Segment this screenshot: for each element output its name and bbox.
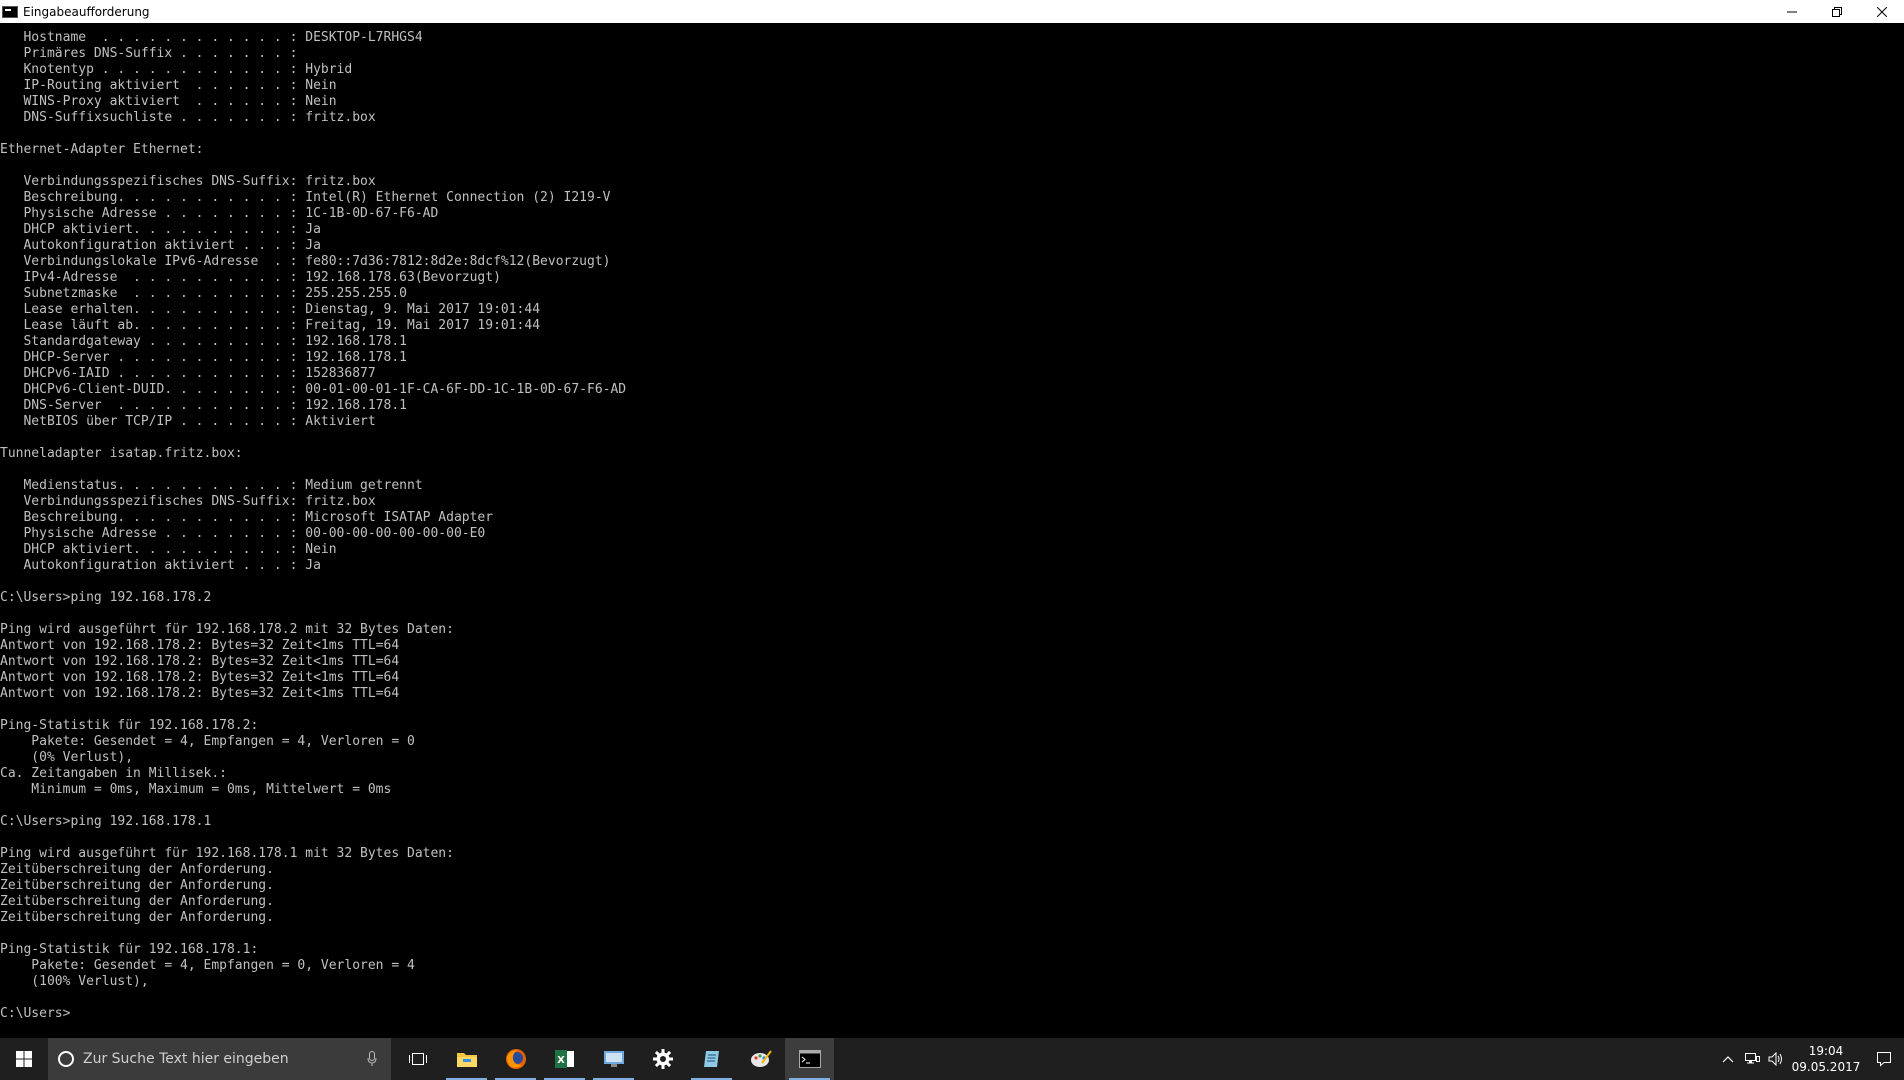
network-app-button[interactable] [589, 1038, 638, 1080]
network-tray-button[interactable] [1740, 1038, 1764, 1080]
notification-icon [1877, 1052, 1891, 1067]
taskbar: Zur Suche Text hier eingeben X 19:04 09.… [0, 1038, 1904, 1080]
windows-logo-icon [16, 1051, 32, 1067]
clock[interactable]: 19:04 09.05.2017 [1788, 1043, 1864, 1075]
start-button[interactable] [0, 1038, 48, 1080]
command-prompt-button[interactable] [785, 1038, 834, 1080]
notepad-icon [703, 1051, 719, 1067]
task-view-icon [408, 1053, 427, 1065]
taskbar-apps: X [393, 1038, 834, 1080]
paint-icon [750, 1050, 772, 1067]
task-view-button[interactable] [393, 1038, 442, 1080]
firefox-icon [505, 1049, 526, 1069]
action-center-button[interactable] [1864, 1038, 1904, 1080]
excel-button[interactable]: X [540, 1038, 589, 1080]
close-button[interactable] [1859, 0, 1904, 23]
clock-date: 09.05.2017 [1791, 1060, 1861, 1074]
notepad-button[interactable] [687, 1038, 736, 1080]
svg-text:X: X [557, 1055, 565, 1066]
search-box[interactable]: Zur Suche Text hier eingeben [48, 1038, 391, 1080]
window-title: Eingabeaufforderung [23, 4, 150, 19]
clock-time: 19:04 [1808, 1044, 1844, 1058]
minimize-icon [1786, 11, 1797, 12]
cmd-window-icon[interactable] [2, 5, 18, 18]
show-hidden-icons-button[interactable] [1716, 1038, 1740, 1080]
file-explorer-button[interactable] [442, 1038, 491, 1080]
chevron-up-icon [1722, 1056, 1734, 1063]
close-icon [1876, 6, 1887, 17]
window-controls [1769, 0, 1904, 23]
minimize-button[interactable] [1769, 0, 1814, 23]
search-placeholder: Zur Suche Text hier eingeben [83, 1051, 289, 1067]
console-output[interactable]: Hostname . . . . . . . . . . . . : DESKT… [0, 23, 1904, 1038]
restore-button[interactable] [1814, 0, 1859, 23]
excel-icon: X [554, 1050, 574, 1068]
command-prompt-icon [798, 1050, 821, 1068]
file-explorer-icon [456, 1053, 477, 1067]
settings-button[interactable] [638, 1038, 687, 1080]
speaker-icon [1768, 1052, 1782, 1066]
volume-tray-button[interactable] [1764, 1038, 1788, 1080]
cortana-icon [58, 1051, 74, 1067]
network-icon [1745, 1053, 1760, 1064]
restore-icon [1831, 6, 1842, 17]
network-app-icon [603, 1051, 624, 1067]
firefox-button[interactable] [491, 1038, 540, 1080]
microphone-icon[interactable] [367, 1051, 377, 1067]
console-text: Hostname . . . . . . . . . . . . : DESKT… [0, 30, 627, 1021]
command-prompt-window: Eingabeaufforderung Hostname . . . . . .… [0, 0, 1904, 1038]
system-tray: 19:04 09.05.2017 [1716, 1038, 1904, 1080]
title-bar[interactable]: Eingabeaufforderung [0, 0, 1904, 23]
paint-button[interactable] [736, 1038, 785, 1080]
settings-gear-icon [652, 1049, 673, 1069]
